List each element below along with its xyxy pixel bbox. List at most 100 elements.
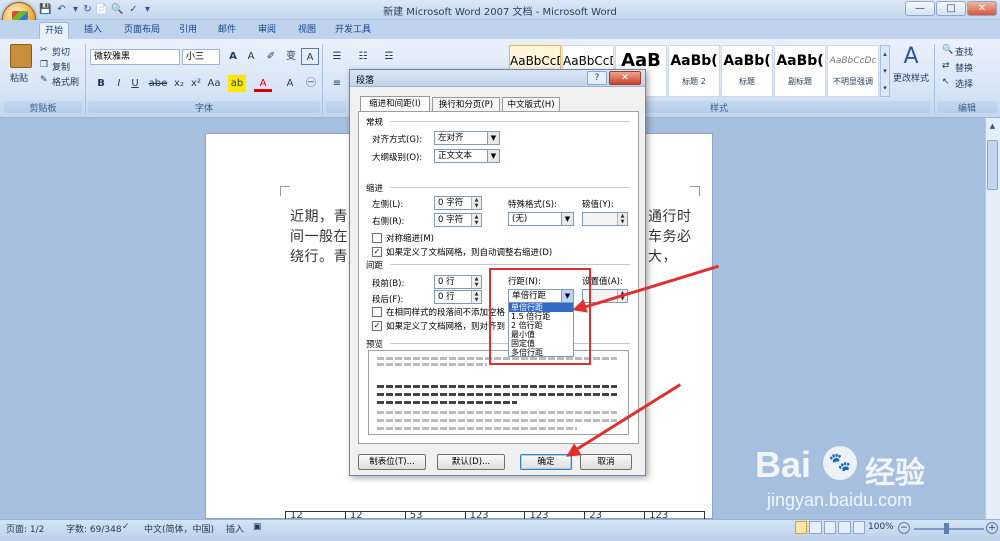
save-icon[interactable]: 💾 [38, 2, 53, 17]
space-after-input[interactable]: 0 行 ▲ ▼ [434, 290, 482, 304]
change-case-button[interactable]: Aa [205, 75, 223, 92]
macro-record-icon[interactable]: ▣ [253, 522, 262, 532]
tab-line-page-breaks[interactable]: 换行和分页(P) [432, 97, 500, 112]
word-count[interactable]: 字数: 69/348 [66, 522, 122, 535]
spinner-icon[interactable]: ▲▼ [471, 214, 481, 226]
bullets-icon[interactable]: ☰ [328, 48, 346, 65]
multilevel-list-icon[interactable]: ☲ [380, 48, 398, 65]
baidu-watermark: Bai 🐾 经验 jingyan.baidu.com [737, 440, 997, 520]
language[interactable]: 中文(简体，中国) [144, 522, 214, 535]
style-title[interactable]: AaBb( 标题 [721, 45, 773, 97]
tab-view[interactable]: 视图 [292, 22, 322, 39]
font-size-field[interactable]: 小三 [182, 49, 220, 65]
page-count[interactable]: 页面: 1/2 [6, 522, 44, 535]
find-button[interactable]: 查找 [955, 45, 973, 58]
tab-mailings[interactable]: 邮件 [212, 22, 242, 39]
insert-mode[interactable]: 插入 [226, 522, 244, 535]
font-color-button[interactable]: A [254, 75, 272, 92]
dialog-close-button[interactable]: ✕ [609, 71, 641, 85]
spinner-icon[interactable]: ▲▼ [617, 213, 627, 225]
cut-button[interactable]: 剪切 [52, 45, 70, 58]
scroll-thumb[interactable] [987, 140, 998, 190]
outline-level-dropdown[interactable]: 正文文本 ▼ [434, 149, 500, 163]
style-subtle-emphasis[interactable]: AaBbCcDc 不明显强调 [827, 45, 879, 97]
redo-icon[interactable]: ↻ [80, 2, 95, 17]
space-before-input[interactable]: 0 行 ▲ ▼ [434, 275, 482, 289]
enclose-char-icon[interactable]: ㊀ [302, 75, 320, 92]
zoom-level[interactable]: 100% [868, 522, 894, 532]
new-document-icon[interactable]: 📄 [94, 2, 109, 17]
set-default-button[interactable]: 默认(D)... [437, 454, 505, 470]
numbering-icon[interactable]: ☷ [354, 48, 372, 65]
table-cell: 123 [525, 512, 586, 519]
highlight-icon[interactable]: ab [228, 75, 246, 92]
help-button[interactable]: ? [587, 71, 607, 85]
full-screen-icon[interactable] [809, 521, 822, 534]
ruler-toggle-icon[interactable]: ▲ [987, 122, 998, 134]
spelling-icon[interactable]: ✓ [126, 2, 141, 17]
snap-grid-checkbox[interactable]: ✓ [372, 321, 382, 331]
zoom-slider[interactable] [914, 528, 984, 530]
draft-view-icon[interactable] [852, 521, 866, 534]
phonetic-guide-icon[interactable]: 变 [282, 48, 300, 65]
char-shading-icon[interactable]: A [281, 75, 299, 92]
close-button[interactable]: ✕ [967, 1, 997, 16]
proofing-icon[interactable]: ✓ [122, 522, 130, 532]
undo-icon[interactable]: ↶ [54, 2, 69, 17]
tab-page-layout[interactable]: 页面布局 [117, 22, 167, 39]
tab-indents-spacing[interactable]: 缩进和间距(I) [360, 96, 430, 111]
minimize-button[interactable]: — [905, 1, 935, 16]
spinner-icon[interactable]: ▲▼ [471, 276, 481, 288]
section-divider [390, 121, 630, 122]
tabs-button[interactable]: 制表位(T)... [358, 454, 426, 470]
select-button[interactable]: 选择 [955, 77, 973, 90]
zoom-in-icon[interactable]: + [986, 522, 998, 534]
auto-adjust-checkbox[interactable]: ✓ [372, 247, 382, 257]
strikethrough-button[interactable]: abe [146, 75, 170, 92]
web-layout-icon[interactable] [823, 521, 837, 534]
spinner-icon[interactable]: ▲▼ [471, 291, 481, 303]
cancel-button[interactable]: 取消 [580, 454, 632, 470]
maximize-button[interactable]: □ [936, 1, 966, 16]
change-styles-button[interactable]: 更改样式 [893, 71, 929, 84]
preview-line [377, 385, 617, 388]
print-preview-icon[interactable]: 🔍 [110, 2, 125, 17]
special-indent-dropdown[interactable]: (无) ▼ [508, 212, 574, 226]
bold-button[interactable]: B [92, 75, 110, 92]
styles-scroll-icon[interactable]: ▴ ▾ ▾ [880, 45, 890, 97]
superscript-button[interactable]: x² [187, 75, 205, 92]
ok-button[interactable]: 确定 [520, 454, 572, 470]
clear-format-icon[interactable]: ✐ [262, 48, 280, 65]
right-indent-input[interactable]: 0 字符 ▲ ▼ [434, 213, 482, 227]
tab-home[interactable]: 开始 [39, 22, 69, 39]
font-name-field[interactable]: 微软雅黑 [90, 49, 180, 65]
print-layout-icon[interactable] [795, 521, 808, 534]
paste-button[interactable]: 粘贴 [10, 71, 28, 84]
format-painter-button[interactable]: 格式刷 [52, 75, 79, 88]
grow-font-icon[interactable]: A [224, 48, 242, 65]
align-left-icon[interactable]: ≡ [328, 75, 346, 92]
style-heading-2[interactable]: AaBb( 标题 2 [668, 45, 720, 97]
tab-insert[interactable]: 插入 [78, 22, 108, 39]
indent-by-input[interactable]: ▲ ▼ [582, 212, 628, 226]
replace-button[interactable]: 替换 [955, 61, 973, 74]
no-space-checkbox[interactable] [372, 307, 382, 317]
tab-references[interactable]: 引用 [173, 22, 203, 39]
subscript-button[interactable]: x₂ [170, 75, 188, 92]
char-border-icon[interactable]: A [301, 48, 319, 65]
customize-toolbar-icon[interactable]: ▾ [140, 2, 155, 17]
underline-button[interactable]: U [126, 75, 144, 92]
left-indent-input[interactable]: 0 字符 ▲ ▼ [434, 196, 482, 210]
shrink-font-icon[interactable]: A [242, 48, 260, 65]
spinner-icon[interactable]: ▲▼ [471, 197, 481, 209]
style-subtitle[interactable]: AaBb( 副标题 [774, 45, 826, 97]
mirror-indent-checkbox[interactable] [372, 233, 382, 243]
alignment-dropdown[interactable]: 左对齐 ▼ [434, 131, 500, 145]
tab-developer[interactable]: 开发工具 [331, 22, 375, 39]
copy-button[interactable]: 复制 [52, 60, 70, 73]
zoom-slider-thumb[interactable] [944, 523, 949, 534]
tab-asian-typography[interactable]: 中文版式(H) [502, 97, 560, 112]
outline-view-icon[interactable] [838, 521, 851, 534]
tab-review[interactable]: 审阅 [252, 22, 282, 39]
zoom-out-icon[interactable]: − [898, 522, 910, 534]
